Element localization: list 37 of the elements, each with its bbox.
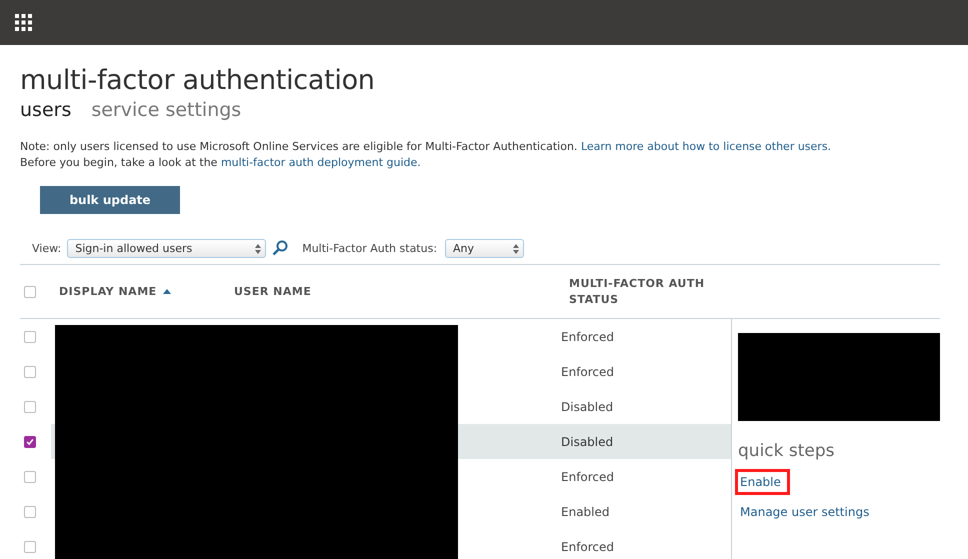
table-row[interactable]: Enforced (454, 354, 731, 389)
tab[interactable]: service settings (91, 97, 242, 123)
quick-step-link[interactable]: Enable (735, 469, 790, 495)
row-checkbox[interactable] (24, 470, 36, 482)
app-launcher-icon[interactable] (15, 14, 32, 31)
table-row[interactable]: Enabled (454, 494, 731, 529)
search-icon[interactable] (272, 240, 288, 256)
table-row[interactable]: Enforced (454, 459, 731, 494)
status-filter-label: Multi-Factor Auth status: (302, 242, 438, 255)
note-text: Before you begin, take a look at the (20, 156, 218, 169)
spinner-arrows-icon (255, 244, 262, 254)
status-dropdown[interactable]: Any (445, 239, 524, 258)
row-checkbox[interactable] (24, 366, 36, 378)
help-link[interactable]: multi-factor auth deployment guide. (220, 156, 421, 169)
row-checkbox[interactable] (24, 330, 36, 342)
note-text: Note: only users licensed to use Microsoft Online Services are eligible for Multi-Factor Authentication. (20, 140, 578, 153)
row-checkbox[interactable] (24, 400, 36, 412)
help-link[interactable]: Learn more about how to license other users. (580, 140, 832, 153)
tab[interactable]: users (20, 97, 72, 123)
panel-heading: quick steps (738, 441, 835, 461)
row-checkbox[interactable] (24, 436, 36, 448)
row-checkbox[interactable] (24, 506, 36, 518)
row-checkbox[interactable] (24, 540, 36, 552)
bulk-update-button[interactable]: bulk update (40, 186, 180, 214)
column-header[interactable]: MULTI-FACTOR AUTH STATUS (569, 276, 709, 308)
page-title: multi-factor authentication (20, 65, 376, 97)
table-row[interactable]: Enforced (454, 319, 731, 354)
view-dropdown[interactable]: Sign-in allowed users (67, 239, 266, 258)
select-all-checkbox[interactable] (24, 286, 36, 298)
column-header[interactable]: DISPLAY NAME (59, 285, 171, 298)
sort-ascending-icon (162, 289, 171, 294)
quick-step-link[interactable]: Manage user settings (735, 499, 878, 525)
view-label: View: (32, 242, 62, 255)
column-header[interactable]: USER NAME (234, 285, 312, 298)
table-row[interactable]: Enforced (454, 529, 731, 559)
spinner-arrows-icon (513, 244, 520, 254)
table-row[interactable]: Disabled (454, 389, 731, 424)
